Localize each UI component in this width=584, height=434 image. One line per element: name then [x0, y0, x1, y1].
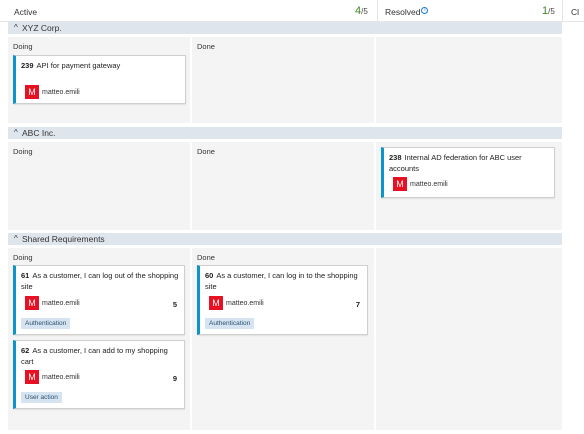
column-divider — [377, 0, 378, 22]
card-title[interactable]: 61 As a customer, I can log out of the sh… — [21, 271, 179, 292]
card-title[interactable]: 62 As a customer, I can add to my shoppin… — [21, 346, 179, 367]
info-icon[interactable]: i — [421, 7, 429, 14]
column-header-doing: Doing — [13, 253, 33, 262]
card-title-text: Internal AD federation for ABC user acco… — [389, 153, 522, 173]
column-header-done: Done — [197, 42, 215, 51]
lane-xyz-done-column: Done — [192, 37, 374, 123]
avatar: M — [25, 85, 39, 99]
assigned-user[interactable]: matteo.emili — [410, 181, 448, 188]
lane-abc-doing-column: Doing — [8, 142, 190, 230]
effort-estimate[interactable]: 7 — [356, 300, 360, 309]
column-title-resolved: Resolved i — [385, 7, 429, 17]
swimlane-header-abc[interactable]: ^ ABC Inc. — [8, 127, 562, 139]
swimlane-title: Shared Requirements — [22, 234, 105, 244]
card-title[interactable]: 239 API for payment gateway — [21, 61, 180, 72]
active-wip-count: 4/5 — [355, 5, 368, 17]
column-header-done: Done — [197, 253, 215, 262]
work-item-card[interactable]: 60 As a customer, I can log in to the sho… — [197, 265, 368, 335]
assigned-user[interactable]: matteo.emili — [42, 374, 80, 381]
card-id: 239 — [21, 61, 34, 70]
column-header-doing: Doing — [13, 147, 33, 156]
card-title[interactable]: 238 Internal AD federation for ABC user a… — [389, 153, 549, 174]
work-item-card[interactable]: 238 Internal AD federation for ABC user a… — [381, 147, 555, 198]
avatar: M — [25, 296, 39, 310]
assigned-user[interactable]: matteo.emili — [226, 300, 264, 307]
avatar: M — [209, 296, 223, 310]
work-item-card[interactable]: 239 API for payment gateway M matteo.emil… — [13, 55, 186, 104]
column-header-doing: Doing — [13, 42, 33, 51]
column-header-bar: Active 4/5 Resolved i 1/5 Cl — [0, 0, 584, 22]
card-id: 62 — [21, 346, 30, 355]
card-title-text: API for payment gateway — [36, 61, 121, 70]
lane-xyz-resolved-column — [376, 37, 562, 123]
card-tag[interactable]: User action — [21, 392, 62, 403]
assigned-user[interactable]: matteo.emili — [42, 89, 80, 96]
work-item-card[interactable]: 61 As a customer, I can log out of the sh… — [13, 265, 185, 335]
collapse-chevron-icon[interactable]: ^ — [14, 23, 18, 32]
swimlane-title: XYZ Corp. — [22, 23, 62, 33]
card-id: 61 — [21, 271, 30, 280]
card-tag[interactable]: Authentication — [21, 318, 71, 329]
avatar: M — [393, 177, 407, 191]
card-id: 238 — [389, 153, 402, 162]
column-title-closed: Cl — [571, 7, 580, 17]
card-title-text: As a customer, I can add to my shopping … — [21, 346, 168, 366]
card-title-text: As a customer, I can log in to the shopp… — [205, 271, 358, 291]
avatar: M — [25, 370, 39, 384]
card-title-text: As a customer, I can log out of the shop… — [21, 271, 179, 291]
column-header-done: Done — [197, 147, 215, 156]
card-id: 60 — [205, 271, 214, 280]
assigned-user[interactable]: matteo.emili — [42, 300, 80, 307]
column-title-active: Active — [14, 7, 38, 17]
collapse-chevron-icon[interactable]: ^ — [14, 128, 18, 137]
lane-shared-resolved-column — [376, 248, 562, 430]
lane-abc-done-column: Done — [192, 142, 374, 230]
card-tag[interactable]: Authentication — [205, 318, 255, 329]
column-divider — [562, 0, 563, 22]
effort-estimate[interactable]: 5 — [173, 300, 177, 309]
resolved-wip-count: 1/5 — [542, 5, 555, 17]
swimlane-title: ABC Inc. — [22, 128, 56, 138]
resolved-label: Resolved — [385, 7, 421, 17]
collapse-chevron-icon[interactable]: ^ — [14, 234, 18, 243]
swimlane-header-xyz[interactable]: ^ XYZ Corp. — [8, 22, 562, 34]
active-wip-limit: /5 — [361, 7, 368, 16]
card-title[interactable]: 60 As a customer, I can log in to the sho… — [205, 271, 362, 292]
swimlane-header-shared[interactable]: ^ Shared Requirements — [8, 233, 562, 245]
resolved-wip-limit: /5 — [548, 7, 555, 16]
effort-estimate[interactable]: 9 — [173, 374, 177, 383]
work-item-card[interactable]: 62 As a customer, I can add to my shoppin… — [13, 340, 185, 409]
